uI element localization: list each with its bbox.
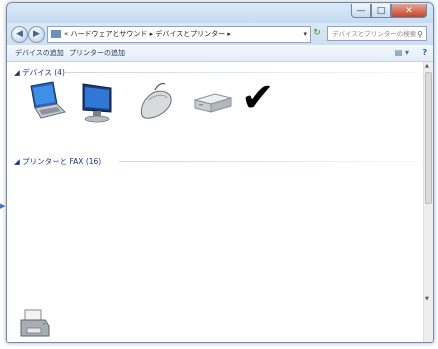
title-bar: — □ ✕ — [7, 3, 433, 23]
drive-icon[interactable] — [191, 80, 235, 124]
window: — □ ✕ ◀ ▶ « ハードウェアとサウンド ▸ デバイスとプリンター ▸ ▾… — [6, 2, 434, 343]
checkmark-icon[interactable]: ✔ — [241, 78, 285, 122]
monitor-icon[interactable] — [77, 80, 121, 124]
breadcrumb-separator: ▸ — [149, 30, 154, 38]
device-list: ◢ デバイス (4) ✔ ◢ プリンターと FAX (16) — [7, 62, 424, 342]
help-icon[interactable]: ? — [422, 45, 427, 61]
add-printer-button[interactable]: プリンターの追加 — [69, 45, 125, 61]
scroll-thumb[interactable] — [425, 72, 432, 204]
address-bar-row: ◀ ▶ « ハードウェアとサウンド ▸ デバイスとプリンター ▸ ▾ ↻ デバイ… — [7, 23, 433, 45]
command-bar: デバイスの追加 プリンターの追加 ▤ ▾ ? — [7, 45, 433, 62]
scroll-up-icon[interactable]: ▲ — [425, 63, 429, 69]
view-options-icon[interactable]: ▤ ▾ — [395, 45, 409, 61]
printer-icon — [19, 308, 51, 338]
control-panel-icon — [51, 30, 61, 38]
minimize-button[interactable]: — — [351, 4, 371, 18]
search-icon[interactable]: ⚲ — [417, 27, 423, 42]
add-device-button[interactable]: デバイスの追加 — [15, 45, 64, 61]
refresh-icon[interactable]: ↻ — [310, 26, 324, 41]
group-divider-2 — [119, 161, 420, 162]
checkmark-glyph: ✔ — [241, 75, 275, 121]
address-field[interactable]: « ハードウェアとサウンド ▸ デバイスとプリンター ▸ ▾ — [47, 26, 311, 43]
vertical-scrollbar[interactable]: ▲ ▼ — [423, 62, 433, 342]
window-controls: — □ ✕ — [351, 4, 427, 18]
breadcrumb-separator-2: ▸ — [227, 30, 231, 38]
printers-group-header[interactable]: ◢ プリンターと FAX (16) — [14, 156, 101, 167]
breadcrumb-devices-printers[interactable]: デバイスとプリンター — [155, 30, 225, 38]
laptop-icon[interactable] — [23, 80, 67, 124]
search-placeholder: デバイスとプリンターの検索 — [332, 30, 417, 38]
devices-group-header[interactable]: ◢ デバイス (4) — [14, 67, 65, 78]
back-button[interactable]: ◀ — [11, 26, 28, 43]
address-dropdown-icon[interactable]: ▾ — [303, 27, 307, 42]
forward-button[interactable]: ▶ — [28, 26, 45, 43]
breadcrumb-hardware[interactable]: ハードウェアとサウンド — [71, 30, 148, 38]
close-button[interactable]: ✕ — [391, 4, 427, 18]
status-area — [7, 306, 107, 342]
scroll-down-icon[interactable]: ▼ — [425, 296, 429, 302]
search-input[interactable]: デバイスとプリンターの検索 ⚲ — [327, 26, 427, 41]
group-divider — [65, 72, 420, 73]
mouse-icon[interactable] — [135, 80, 179, 124]
maximize-button[interactable]: □ — [371, 4, 391, 18]
address-prefix: « — [64, 30, 69, 38]
side-arrow-icon: ▶ — [0, 202, 6, 210]
